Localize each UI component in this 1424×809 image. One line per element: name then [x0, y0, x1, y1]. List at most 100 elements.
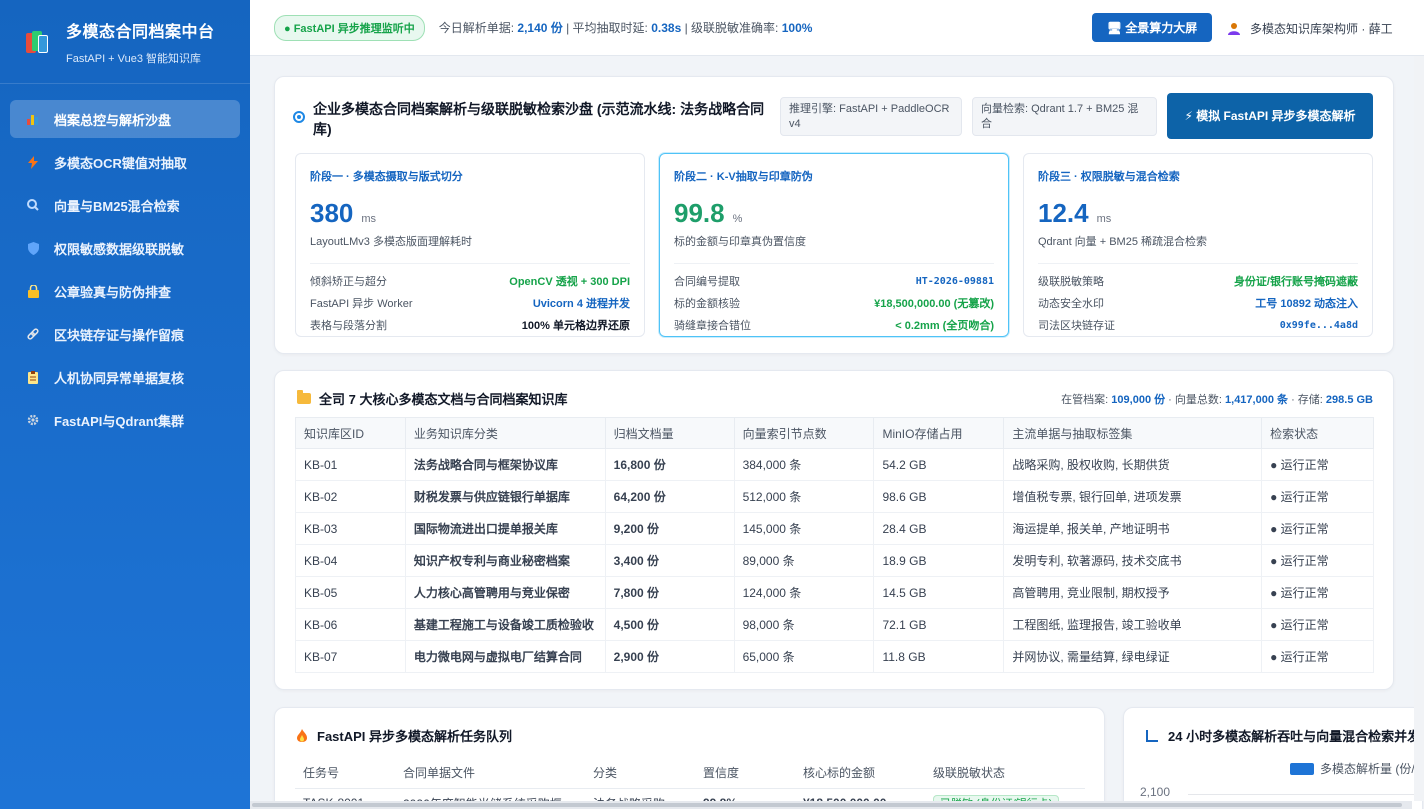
kv-value: OpenCV 透视 + 300 DPI [509, 276, 630, 288]
shield-icon [26, 241, 40, 255]
stage-card-1[interactable]: 阶段一 · 多模态摄取与版式切分 380 ms LayoutLMv3 多模态版面… [295, 153, 645, 337]
kb-category: 知识产权专利与商业秘密档案 [404, 544, 606, 577]
kb-category: 国际物流进出口提单报关库 [404, 512, 606, 545]
kb-id: KB-03 [295, 512, 406, 545]
kv-row: 级联脱敏策略 身份证/银行账号掩码遮蔽 [1038, 270, 1358, 292]
kv-value: HT-2026-09881 [915, 275, 994, 287]
task-queue-card: FastAPI 异步多模态解析任务队列 任务号 合同单据文件 分类 置信度 核心… [274, 707, 1105, 809]
vertical-scrollbar[interactable] [1414, 56, 1424, 801]
brand-subtitle: FastAPI + Vue3 智能知识库 [66, 52, 201, 65]
kb-vector-count: 89,000 条 [733, 544, 875, 577]
column-header[interactable]: 级联脱敏状态 [925, 758, 1085, 789]
pipeline-title: 企业多模态合同档案解析与级联脱敏检索沙盘 (示范流水线: 法务战略合同库) [293, 99, 773, 139]
column-header[interactable]: MinIO存储占用 [873, 417, 1005, 449]
column-header[interactable]: 核心标的金额 [795, 758, 925, 789]
stage-card-2[interactable]: 阶段二 · K-V抽取与印章防伪 99.8 % 标的金额与印章真伪置信度 合同编… [659, 153, 1009, 337]
vector-engine-tag: 向量检索: Qdrant 1.7 + BM25 混合 [972, 97, 1157, 136]
stat-label: 今日解析单据: [438, 21, 518, 35]
kb-doc-count: 2,900 份 [604, 640, 735, 673]
scrollbar-thumb[interactable] [252, 803, 1402, 807]
kv-row: FastAPI 异步 Worker Uvicorn 4 进程并发 [310, 292, 630, 314]
magnifier-icon [26, 198, 40, 212]
kb-vector-count: 145,000 条 [733, 512, 875, 545]
column-header[interactable]: 检索状态 [1261, 417, 1374, 449]
stat-latency: 0.38s [651, 21, 682, 35]
kv-row: 标的金额核验 ¥18,500,000.00 (无篡改) [674, 292, 994, 314]
sidebar-item-blockchain[interactable]: 区块链存证与操作留痕 [10, 315, 240, 353]
kb-storage: 72.1 GB [873, 608, 1005, 641]
column-header[interactable]: 分类 [585, 758, 695, 789]
user-profile[interactable]: 多模态知识库架构师 · 薛工 [1228, 20, 1393, 37]
kv-key: 级联脱敏策略 [1038, 276, 1104, 288]
stat-accuracy: 100% [781, 21, 813, 35]
column-header[interactable]: 向量索引节点数 [733, 417, 875, 449]
pipeline-title-text: 企业多模态合同档案解析与级联脱敏检索沙盘 (示范流水线: 法务战略合同库) [313, 101, 765, 137]
kb-doc-count: 4,500 份 [604, 608, 735, 641]
sidebar: 多模态合同档案中台 FastAPI + Vue3 智能知识库 档案总控与解析沙盘… [0, 0, 250, 809]
kb-title: 全司 7 大核心多模态文档与合同档案知识库 [297, 389, 567, 408]
horizontal-scrollbar[interactable] [250, 801, 1412, 809]
chart-title-text: 24 小时多模态解析吞吐与向量混合检索并发 [1168, 729, 1421, 744]
kb-vector-count: 98,000 条 [733, 608, 875, 641]
brand: 多模态合同档案中台 FastAPI + Vue3 智能知识库 [0, 0, 250, 84]
chart-legend[interactable]: 多模态解析量 (份/小 [1290, 760, 1424, 777]
kb-tags: 发明专利, 软著源码, 技术交底书 [1003, 544, 1263, 577]
table-row[interactable]: KB-04 知识产权专利与商业秘密档案 3,400 份 89,000 条 18.9 GB… [295, 544, 1374, 577]
sidebar-item-label: 公章验真与防伪排查 [54, 284, 172, 300]
gear-icon [26, 413, 40, 427]
kv-value: 0x99fe...4a8d [1279, 319, 1358, 331]
sidebar-item-ocr[interactable]: 多模态OCR键值对抽取 [10, 143, 240, 181]
kb-id: KB-05 [295, 576, 406, 609]
table-row[interactable]: KB-06 基建工程施工与设备竣工质检验收 4,500 份 98,000 条 72.1 … [295, 608, 1374, 641]
table-row[interactable]: KB-03 国际物流进出口提单报关库 9,200 份 145,000 条 28.4 GB… [295, 512, 1374, 545]
sidebar-item-seal[interactable]: 公章验真与防伪排查 [10, 272, 240, 310]
kb-category: 人力核心高管聘用与竞业保密 [404, 576, 606, 609]
fullscreen-dashboard-button[interactable]: 🖥 全景算力大屏 [1092, 13, 1212, 42]
column-header[interactable]: 任务号 [295, 758, 395, 789]
kb-doc-count: 7,800 份 [604, 576, 735, 609]
inference-engine-tag: 推理引擎: FastAPI + PaddleOCR v4 [780, 97, 962, 136]
kb-title-text: 全司 7 大核心多模态文档与合同档案知识库 [319, 392, 568, 407]
kb-id: KB-02 [295, 480, 406, 513]
link-icon [26, 327, 40, 341]
kb-stat-docs: 109,000 份 [1111, 394, 1166, 406]
knowledge-base-card: 全司 7 大核心多模态文档与合同档案知识库 在管档案: 109,000 份 · … [274, 370, 1394, 690]
books-logo-icon [24, 29, 50, 55]
table-row[interactable]: KB-07 电力微电网与虚拟电厂结算合同 2,900 份 65,000 条 11.8 G… [295, 640, 1374, 673]
legend-swatch [1290, 762, 1314, 775]
kv-row: 倾斜矫正与超分 OpenCV 透视 + 300 DPI [310, 270, 630, 292]
sidebar-item-cluster[interactable]: FastAPI与Qdrant集群 [10, 401, 240, 439]
kb-tags: 战略采购, 股权收购, 长期供货 [1003, 448, 1263, 481]
legend-label: 多模态解析量 (份/小 [1320, 762, 1424, 776]
clipboard-icon [26, 370, 40, 384]
table-row[interactable]: KB-01 法务战略合同与框架协议库 16,800 份 384,000 条 54.2 G… [295, 448, 1374, 481]
user-name: 多模态知识库架构师 · 薛工 [1250, 22, 1393, 36]
flame-icon [297, 729, 307, 742]
kb-status: ● 运行正常 [1261, 448, 1374, 481]
kb-tags: 海运提单, 报关单, 产地证明书 [1003, 512, 1263, 545]
kv-key: 标的金额核验 [674, 298, 740, 310]
column-header[interactable]: 主流单据与抽取标签集 [1003, 417, 1263, 449]
kv-value: 身份证/银行账号掩码遮蔽 [1233, 276, 1358, 288]
queue-title: FastAPI 异步多模态解析任务队列 [297, 726, 512, 745]
kb-doc-count: 16,800 份 [604, 448, 735, 481]
column-header[interactable]: 合同单据文件 [395, 758, 585, 789]
top-stats: 今日解析单据: 2,140 份 | 平均抽取时延: 0.38s | 级联脱敏准确… [439, 19, 813, 36]
sidebar-item-review[interactable]: 人机协同异常单据复核 [10, 358, 240, 396]
sidebar-item-dashboard[interactable]: 档案总控与解析沙盘 [10, 100, 240, 138]
table-row[interactable]: KB-05 人力核心高管聘用与竞业保密 7,800 份 124,000 条 14.5 G… [295, 576, 1374, 609]
column-header[interactable]: 业务知识库分类 [404, 417, 606, 449]
stage-card-3[interactable]: 阶段三 · 权限脱敏与混合检索 12.4 ms Qdrant 向量 + BM25… [1023, 153, 1373, 337]
sidebar-item-label: 多模态OCR键值对抽取 [54, 155, 187, 171]
column-header[interactable]: 置信度 [695, 758, 795, 789]
column-header[interactable]: 归档文档量 [604, 417, 735, 449]
kb-tags: 增值税专票, 银行回单, 进项发票 [1003, 480, 1263, 513]
sidebar-item-desensitize[interactable]: 权限敏感数据级联脱敏 [10, 229, 240, 267]
table-row[interactable]: KB-02 财税发票与供应链银行单据库 64,200 份 512,000 条 98.6 … [295, 480, 1374, 513]
sidebar-item-search[interactable]: 向量与BM25混合检索 [10, 186, 240, 224]
queue-title-text: FastAPI 异步多模态解析任务队列 [317, 729, 513, 744]
user-avatar-icon [1228, 22, 1242, 36]
column-header[interactable]: 知识库区ID [295, 417, 406, 449]
simulate-parse-button[interactable]: ⚡ 模拟 FastAPI 异步多模态解析 [1167, 93, 1373, 139]
kb-category: 财税发票与供应链银行单据库 [404, 480, 606, 513]
